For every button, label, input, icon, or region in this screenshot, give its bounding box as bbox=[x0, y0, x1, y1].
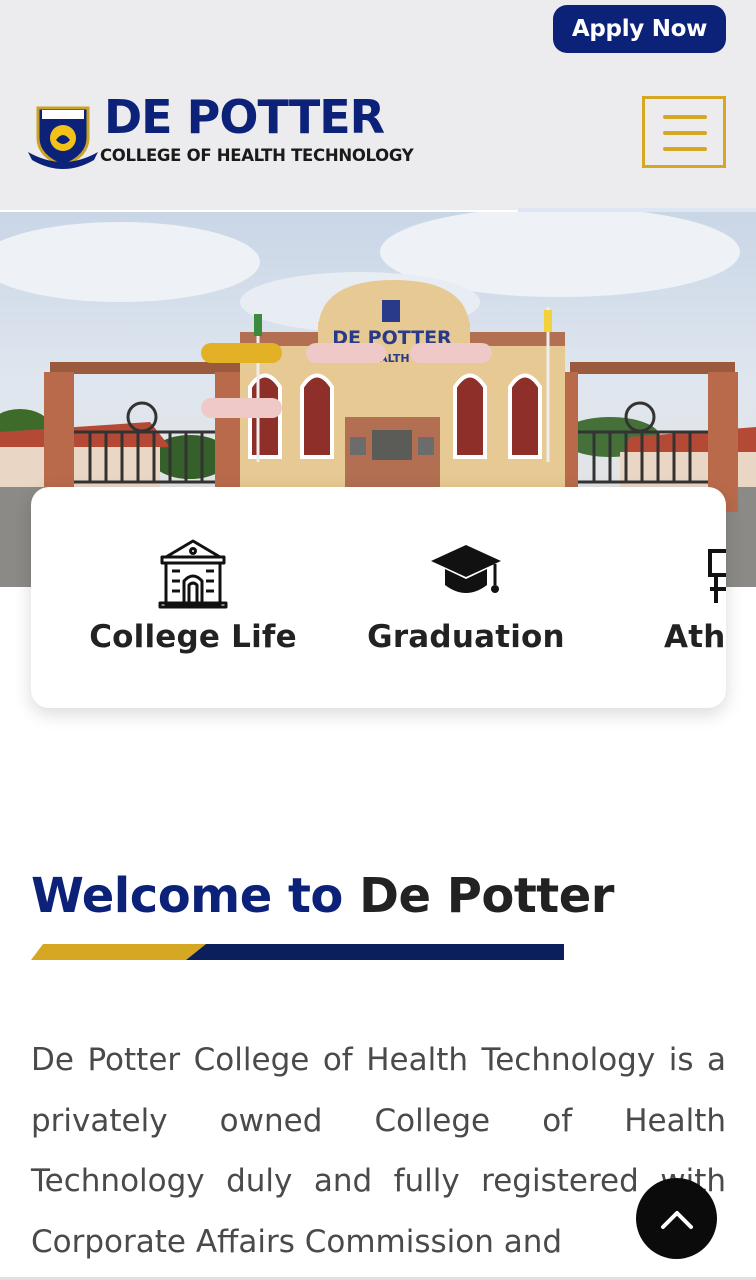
quick-link-graduation[interactable]: Graduation bbox=[366, 487, 566, 708]
welcome-heading-part1: Welcome to bbox=[31, 868, 343, 924]
menu-button[interactable] bbox=[642, 96, 726, 168]
quick-link-label: Athl bbox=[664, 619, 726, 655]
quick-link-college-life[interactable]: College Life bbox=[89, 487, 297, 708]
chevron-up-icon bbox=[660, 1210, 693, 1229]
graduation-cap-icon bbox=[431, 545, 501, 593]
building-icon bbox=[158, 539, 228, 609]
brand-name: DE POTTER bbox=[104, 90, 385, 144]
hamburger-icon-line bbox=[663, 115, 707, 119]
apply-now-button[interactable]: Apply Now bbox=[553, 5, 726, 53]
quick-link-athletics[interactable]: Athl bbox=[664, 487, 726, 708]
crest-icon bbox=[28, 106, 98, 169]
hamburger-icon-line bbox=[663, 131, 707, 135]
scroll-to-top-button[interactable] bbox=[636, 1178, 717, 1259]
site-header: Apply Now DE POTTER COLLEGE OF HEALTH TE… bbox=[0, 0, 756, 210]
quick-link-label: College Life bbox=[89, 619, 297, 655]
site-logo[interactable]: DE POTTER COLLEGE OF HEALTH TECHNOLOGY bbox=[26, 90, 446, 172]
hamburger-icon-line bbox=[663, 147, 707, 151]
quick-link-label: Graduation bbox=[367, 619, 565, 655]
heading-underline bbox=[31, 944, 564, 960]
welcome-heading-part2: De Potter bbox=[359, 868, 614, 924]
welcome-heading: Welcome to De Potter bbox=[31, 868, 614, 924]
trophy-icon bbox=[708, 549, 726, 603]
brand-subtitle: COLLEGE OF HEALTH TECHNOLOGY bbox=[100, 146, 414, 165]
quick-links-card: College Life Graduation Athl bbox=[31, 487, 726, 708]
welcome-body-text: De Potter College of Health Technology i… bbox=[31, 1042, 726, 1260]
